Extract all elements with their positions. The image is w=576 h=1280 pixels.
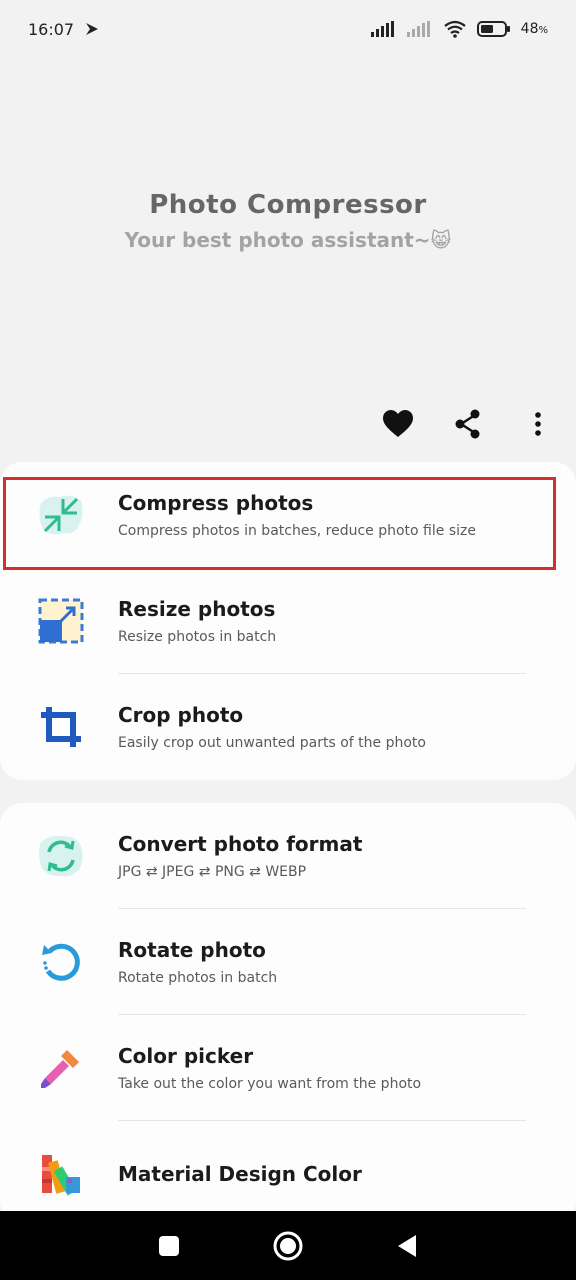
compress-icon	[34, 488, 88, 542]
item-description: Take out the color you want from the pho…	[118, 1076, 422, 1092]
more-vert-icon	[535, 412, 541, 436]
status-bar: 16:07 48%	[0, 0, 576, 58]
item-title: Crop photo	[118, 703, 244, 727]
item-description: Resize photos in batch	[118, 629, 277, 645]
share-button[interactable]	[448, 404, 488, 444]
feature-card-2: Convert photo format JPG ⇄ JPEG ⇄ PNG ⇄ …	[0, 803, 576, 1223]
status-time: 16:07	[28, 19, 75, 39]
item-title: Color picker	[118, 1044, 254, 1068]
rotate-icon	[34, 935, 88, 989]
item-title: Rotate photo	[118, 938, 266, 962]
item-description: Compress photos in batches, reduce photo…	[118, 523, 476, 539]
back-icon	[397, 1234, 416, 1257]
item-title: Material Design Color	[118, 1162, 362, 1186]
signal-icon	[370, 21, 397, 37]
crop-photo-item[interactable]: Crop photo Easily crop out unwanted part…	[0, 674, 576, 780]
item-description: JPG ⇄ JPEG ⇄ PNG ⇄ WEBP	[118, 864, 307, 880]
feature-card-1: Compress photos Compress photos in batch…	[0, 462, 576, 780]
system-nav-bar	[0, 1211, 576, 1280]
signal-2-icon	[406, 21, 433, 37]
heart-icon	[383, 410, 413, 437]
app-subtitle: Your best photo assistant~😸	[124, 228, 452, 252]
resize-photos-item[interactable]: Resize photos Resize photos in batch	[0, 568, 576, 674]
back-button[interactable]	[385, 1224, 429, 1268]
convert-format-item[interactable]: Convert photo format JPG ⇄ JPEG ⇄ PNG ⇄ …	[0, 803, 576, 909]
app-header: Photo Compressor Your best photo assista…	[0, 190, 576, 252]
home-icon	[273, 1231, 303, 1260]
notification-icon	[84, 21, 100, 37]
color-picker-item[interactable]: Color picker Take out the color you want…	[0, 1015, 576, 1121]
eyedropper-icon	[34, 1041, 88, 1095]
more-options-button[interactable]	[518, 404, 558, 444]
app-title: Photo Compressor	[149, 190, 427, 220]
share-icon	[455, 409, 480, 439]
crop-icon	[34, 700, 88, 754]
item-title: Convert photo format	[118, 832, 363, 856]
home-button[interactable]	[266, 1224, 310, 1268]
item-description: Easily crop out unwanted parts of the ph…	[118, 735, 426, 751]
wifi-icon	[443, 20, 467, 38]
convert-icon	[34, 829, 88, 883]
item-title: Resize photos	[118, 597, 276, 621]
item-description: Rotate photos in batch	[118, 970, 278, 986]
palette-icon	[34, 1147, 88, 1201]
resize-icon	[34, 594, 88, 648]
rotate-photo-item[interactable]: Rotate photo Rotate photos in batch	[0, 909, 576, 1015]
recents-icon	[159, 1235, 180, 1256]
header-actions	[378, 404, 558, 444]
recents-button[interactable]	[147, 1224, 191, 1268]
battery-percent: 48%	[520, 21, 548, 37]
compress-photos-item[interactable]: Compress photos Compress photos in batch…	[0, 462, 576, 568]
battery-icon	[476, 20, 511, 38]
favorite-button[interactable]	[378, 404, 418, 444]
item-title: Compress photos	[118, 491, 314, 515]
